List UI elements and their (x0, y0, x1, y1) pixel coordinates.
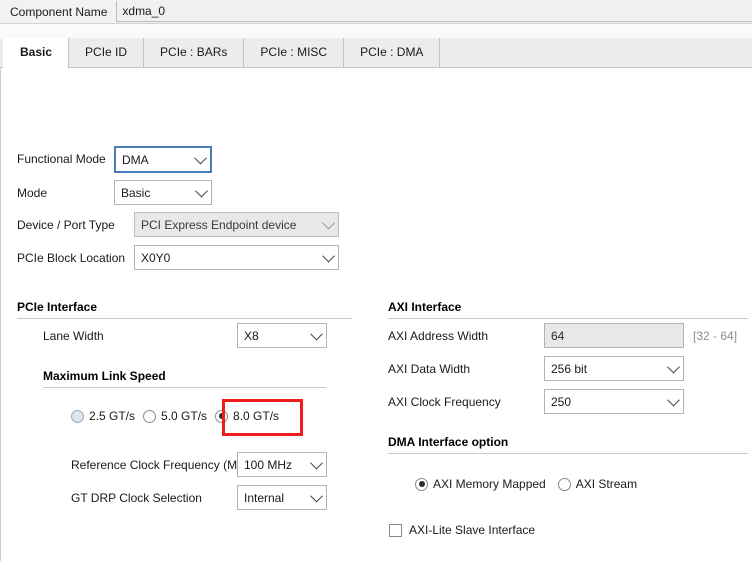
chevron-down-icon (190, 151, 210, 165)
toolbar-gap-strip (0, 24, 752, 38)
axi-data-width-label: AXI Data Width (388, 362, 471, 376)
axi-interface-divider (388, 318, 748, 319)
link-speed-option-label: 8.0 GT/s (233, 409, 280, 423)
functional-mode-label: Functional Mode (17, 152, 106, 166)
chevron-down-icon (306, 327, 326, 341)
mode-value: Basic (121, 185, 151, 200)
axi-address-width-label: AXI Address Width (388, 329, 489, 343)
tab-basic[interactable]: Basic (3, 38, 70, 68)
component-name-input[interactable] (116, 1, 752, 22)
dma-interface-option-divider (388, 453, 748, 454)
component-name-bar: Component Name (0, 0, 752, 24)
axi-address-width-range-hint: [32 - 64] (693, 329, 738, 343)
component-name-label: Component Name (10, 4, 108, 19)
axi-lite-slave-interface-label: AXI-Lite Slave Interface (409, 523, 536, 537)
axi-address-width-input[interactable]: 64 (544, 323, 684, 348)
tab-bar-filler (440, 38, 752, 67)
link-speed-option-5-0[interactable]: 5.0 GT/s (143, 409, 207, 423)
gt-drp-clock-selection-value: Internal (244, 490, 285, 505)
tab-bar: Basic PCIe ID PCIe : BARs PCIe : MISC PC… (0, 38, 752, 68)
device-port-type-label: Device / Port Type (17, 218, 115, 232)
device-port-type-combo[interactable]: PCI Express Endpoint device (134, 212, 339, 237)
device-port-type-value: PCI Express Endpoint device (141, 217, 297, 232)
axi-interface-section-title: AXI Interface (388, 300, 462, 314)
reference-clock-frequency-combo[interactable]: 100 MHz (237, 452, 327, 477)
radio-icon (557, 477, 571, 491)
link-speed-option-label: 5.0 GT/s (161, 409, 208, 423)
dma-interface-option-label: AXI Stream (575, 477, 638, 491)
pcie-block-location-combo[interactable]: X0Y0 (134, 245, 339, 270)
chevron-down-icon (306, 456, 326, 470)
chevron-down-icon (306, 489, 326, 503)
axi-clock-frequency-value: 250 (551, 394, 572, 409)
functional-mode-combo[interactable]: DMA (114, 146, 212, 173)
checkbox-icon (389, 523, 402, 537)
link-speed-option-8-0[interactable]: 8.0 GT/s (215, 409, 279, 423)
max-link-speed-radio-group: 2.5 GT/s 5.0 GT/s 8.0 GT/s (71, 409, 279, 423)
dma-interface-option-axi-memory-mapped[interactable]: AXI Memory Mapped (415, 477, 546, 491)
dma-interface-option-label: AXI Memory Mapped (433, 477, 546, 491)
reference-clock-frequency-value: 100 MHz (244, 457, 293, 472)
gt-drp-clock-selection-label: GT DRP Clock Selection (71, 491, 202, 505)
maximum-link-speed-title: Maximum Link Speed (43, 369, 166, 383)
chevron-down-icon (191, 184, 211, 198)
axi-data-width-combo[interactable]: 256 bit (544, 356, 684, 381)
basic-tab-panel: Functional Mode DMA Mode Basic Device / … (0, 68, 752, 561)
axi-data-width-value: 256 bit (551, 361, 588, 376)
gt-drp-clock-selection-combo[interactable]: Internal (237, 485, 327, 510)
pcie-block-location-value: X0Y0 (141, 250, 171, 265)
maximum-link-speed-divider (43, 387, 326, 388)
mode-label: Mode (17, 186, 48, 200)
dma-interface-option-title: DMA Interface option (388, 435, 509, 449)
lane-width-combo[interactable]: X8 (237, 323, 327, 348)
pcie-interface-divider (17, 318, 352, 319)
radio-icon (143, 409, 157, 423)
link-speed-option-2-5[interactable]: 2.5 GT/s (71, 409, 135, 423)
tab-pcie-id[interactable]: PCIe ID (69, 38, 145, 67)
chevron-down-icon (318, 216, 338, 230)
tab-pcie-dma[interactable]: PCIe : DMA (344, 38, 441, 67)
reference-clock-frequency-label: Reference Clock Frequency (MHz) (71, 458, 256, 472)
chevron-down-icon (318, 249, 338, 263)
tab-pcie-bars[interactable]: PCIe : BARs (144, 38, 245, 67)
axi-clock-frequency-label: AXI Clock Frequency (388, 395, 501, 409)
tab-pcie-misc[interactable]: PCIe : MISC (244, 38, 345, 67)
pcie-block-location-label: PCIe Block Location (17, 251, 126, 265)
dma-interface-radio-group: AXI Memory Mapped AXI Stream (415, 477, 637, 491)
radio-icon (71, 409, 84, 423)
axi-lite-slave-interface-checkbox[interactable]: AXI-Lite Slave Interface (389, 523, 535, 537)
axi-clock-frequency-combo[interactable]: 250 (544, 389, 684, 414)
mode-combo[interactable]: Basic (114, 180, 212, 205)
lane-width-label: Lane Width (43, 329, 104, 343)
dma-interface-option-axi-stream[interactable]: AXI Stream (557, 477, 638, 491)
link-speed-option-label: 2.5 GT/s (89, 409, 136, 423)
lane-width-value: X8 (244, 328, 259, 343)
functional-mode-value: DMA (122, 152, 149, 167)
chevron-down-icon (663, 360, 683, 374)
radio-icon-selected (415, 477, 428, 491)
chevron-down-icon (663, 393, 683, 407)
pcie-interface-section-title: PCIe Interface (17, 300, 98, 314)
radio-icon-selected (215, 409, 229, 423)
